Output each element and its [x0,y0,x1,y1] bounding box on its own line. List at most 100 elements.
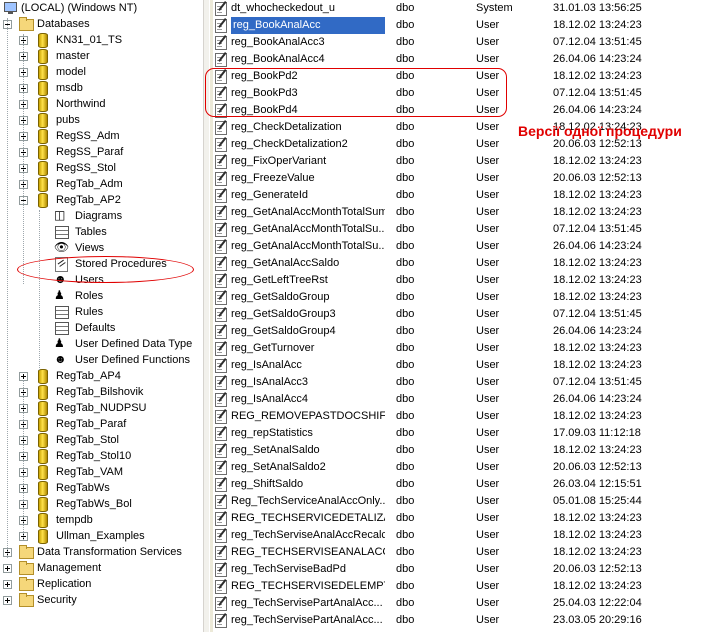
procedure-row[interactable]: REG_TECHSERVISEANALACC... dbo User 18.12.02… [213,544,722,561]
procedure-owner: dbo [396,612,456,629]
tree-item[interactable]: ♟ User Defined Data Type [0,336,203,352]
procedure-row[interactable]: REG_TECHSERVISEDELEMPTY... dbo User 18.12.0… [213,578,722,595]
procedure-row[interactable]: reg_GetTurnover dbo User 18.12.02 13:24:23 [213,340,722,357]
procedure-row[interactable]: reg_GetLeftTreeRst dbo User 18.12.02 13:24:… [213,272,722,289]
procedure-row[interactable]: Reg_TechServiceAnalAccOnly... dbo User 05.0… [213,493,722,510]
procedure-row[interactable]: REG_REMOVEPASTDOCSHIFT... dbo User 18.12.02… [213,408,722,425]
tree-item[interactable]: ☻ User Defined Functions [0,352,203,368]
procedure-row[interactable]: reg_TechServisePartAnalAcc... dbo User 23.0… [213,612,722,629]
stored-procedure-icon [215,256,228,271]
folder-icon [18,577,34,591]
procedure-type-text: User [476,342,500,354]
tree-item[interactable]: RegTab_Stol [0,432,203,448]
procedure-row[interactable]: reg_BookAnalAcc4 dbo User 26.04.06 14:23:24 [213,51,722,68]
tree-item[interactable]: Security [0,592,203,608]
procedure-row[interactable]: reg_TechServiseBadPd dbo User 20.06.03 12:5… [213,561,722,578]
procedure-type-text: User [476,240,500,252]
procedure-row[interactable]: reg_repStatistics dbo User 17.09.03 11:12:1… [213,425,722,442]
procedure-row[interactable]: reg_GetSaldoGroup4 dbo User 26.04.06 14:23:… [213,323,722,340]
tree-item-label: master [56,50,90,62]
tree-item[interactable]: RegSS_Adm [0,128,203,144]
tree-item[interactable]: RegTab_Paraf [0,416,203,432]
tree-item[interactable]: RegTab_VAM [0,464,203,480]
procedure-owner-text: dbo [396,427,415,439]
procedure-row[interactable]: reg_GenerateId dbo User 18.12.02 13:24:23 [213,187,722,204]
tree-item[interactable]: RegSS_Paraf [0,144,203,160]
stored-procedure-icon [215,392,228,407]
object-explorer-tree[interactable]: (LOCAL) (Windows NT) Databases KN31_01_TSm… [0,0,203,632]
procedure-row[interactable]: reg_GetAnalAccMonthTotalSum dbo User 18.12.… [213,204,722,221]
tree-item[interactable]: RegTab_AP2 [0,192,203,208]
tree-item[interactable]: RegTab_Adm [0,176,203,192]
tree-item[interactable]: model [0,64,203,80]
tree-item[interactable]: ♟ Roles [0,288,203,304]
procedure-row[interactable]: reg_TechServiseAnalAccRecalc dbo User 18.12… [213,527,722,544]
tree-item[interactable]: pubs [0,112,203,128]
procedure-create-date-text: 18.12.02 13:24:23 [553,546,642,558]
procedure-type: User [476,510,546,527]
procedure-row[interactable]: reg_FreezeValue dbo User 20.06.03 12:52:13 [213,170,722,187]
tree-item[interactable]: msdb [0,80,203,96]
procedure-type: User [476,442,546,459]
tree-item[interactable]: RegTab_Bilshovik [0,384,203,400]
stored-procedure-icon [215,239,228,254]
procedure-row[interactable]: reg_TechServisePartAnalAcc... dbo User 25.0… [213,595,722,612]
procedure-row[interactable]: reg_SetAnalSaldo dbo User 18.12.02 13:24:23 [213,442,722,459]
procedure-row[interactable]: reg_GetSaldoGroup3 dbo User 07.12.04 13:51:… [213,306,722,323]
procedure-row[interactable]: reg_BookAnalAcc3 dbo User 07.12.04 13:51:45 [213,34,722,51]
tree-item[interactable]: RegTabWs_Bol [0,496,203,512]
procedure-type-text: User [476,546,500,558]
database-icon [35,401,51,416]
tree-item[interactable]: master [0,48,203,64]
procedure-create-date: 18.12.02 13:24:23 [553,442,683,459]
tree-item[interactable]: Defaults [0,320,203,336]
procedure-row[interactable]: reg_IsAnalAcc4 dbo User 26.04.06 14:23:24 [213,391,722,408]
procedure-row[interactable]: reg_IsAnalAcc3 dbo User 07.12.04 13:51:45 [213,374,722,391]
expand-plus-icon[interactable] [3,564,12,573]
procedure-create-date: 18.12.02 13:24:23 [553,408,683,425]
tree-item[interactable]: Management [0,560,203,576]
procedure-row[interactable]: reg_SetAnalSaldo2 dbo User 20.06.03 12:52:1… [213,459,722,476]
tree-item[interactable]: RegTabWs [0,480,203,496]
expand-plus-icon[interactable] [3,596,12,605]
stored-procedure-icon [215,290,228,305]
procedure-row[interactable]: REG_TECHSERVICEDETALIZA... dbo User 18.12.0… [213,510,722,527]
tree-item[interactable]: Ullman_Examples [0,528,203,544]
procedure-name: REG_TECHSERVICEDETALIZA... [231,510,385,527]
procedure-name-text: reg_IsAnalAcc3 [231,376,309,388]
tree-item[interactable]: Tables [0,224,203,240]
procedure-row[interactable]: reg_GetAnalAccMonthTotalSu... dbo User 07.1… [213,221,722,238]
procedure-row[interactable]: reg_FixOperVariant dbo User 18.12.02 13:24:… [213,153,722,170]
tree-item[interactable]: Data Transformation Services [0,544,203,560]
procedure-type: User [476,17,546,34]
tree-item[interactable]: RegTab_NUDPSU [0,400,203,416]
procedure-row[interactable]: reg_GetAnalAccSaldo dbo User 18.12.02 13:24… [213,255,722,272]
tree-item[interactable]: 👁 Views [0,240,203,256]
procedure-create-date-text: 26.04.06 14:23:24 [553,325,642,337]
procedure-name-text: reg_BookAnalAcc3 [231,36,325,48]
tree-item[interactable]: Rules [0,304,203,320]
procedure-owner: dbo [396,578,456,595]
tree-item[interactable]: RegTab_Stol10 [0,448,203,464]
tree-item[interactable]: RegTab_AP4 [0,368,203,384]
tree-item[interactable]: KN31_01_TS [0,32,203,48]
tree-item[interactable]: tempdb [0,512,203,528]
tree-item[interactable]: RegSS_Stol [0,160,203,176]
expand-plus-icon[interactable] [3,580,12,589]
procedure-row[interactable]: reg_GetSaldoGroup dbo User 18.12.02 13:24:2… [213,289,722,306]
tree-item[interactable]: ◫ Diagrams [0,208,203,224]
monitor-icon [3,1,19,15]
tree-item[interactable]: (LOCAL) (Windows NT) [0,0,203,16]
procedure-name: reg_GetSaldoGroup [231,289,385,306]
tree-item[interactable]: Northwind [0,96,203,112]
procedure-row[interactable]: reg_GetAnalAccMonthTotalSu... dbo User 26.0… [213,238,722,255]
tree-item-label: Diagrams [75,210,123,222]
tree-item[interactable]: Databases [0,16,203,32]
procedure-row[interactable]: reg_ShiftSaldo dbo User 26.03.04 12:15:51 [213,476,722,493]
procedure-type-text: User [476,461,500,473]
procedure-row[interactable]: reg_BookAnalAcc dbo User 18.12.02 13:24:23 [213,17,722,34]
procedure-row[interactable]: dt_whocheckedout_u dbo System 31.01.03 13:5… [213,0,722,17]
procedure-row[interactable]: reg_IsAnalAcc dbo User 18.12.02 13:24:23 [213,357,722,374]
procedure-create-date-text: 25.04.03 12:22:04 [553,597,642,609]
tree-item[interactable]: Replication [0,576,203,592]
